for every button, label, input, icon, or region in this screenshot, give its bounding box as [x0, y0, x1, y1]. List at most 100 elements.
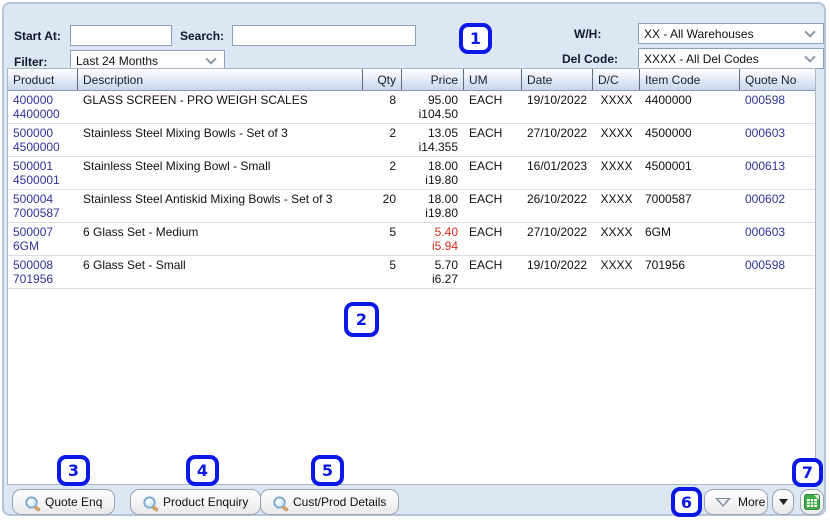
quote-enquiry-panel: Start At: Search: Filter: Last 24 Months…: [2, 2, 826, 517]
column-header-description[interactable]: Description: [78, 69, 363, 90]
item-code-cell: 6GM: [645, 225, 672, 239]
more-dropdown-button[interactable]: [772, 489, 794, 515]
description-cell: Stainless Steel Mixing Bowls - Set of 3: [83, 126, 288, 140]
chevron-down-icon: [205, 52, 217, 65]
table-row[interactable]: 500004 7000587 Stainless Steel Antiskid M…: [8, 190, 815, 223]
export-excel-button[interactable]: [800, 489, 824, 515]
caret-down-icon: [778, 499, 788, 505]
column-header-product[interactable]: Product: [8, 69, 78, 90]
quote-enq-label: Quote Enq: [45, 495, 103, 509]
results-table: Product Description Qty Price UM Date D/…: [7, 68, 816, 485]
dc-cell: XXXX: [600, 258, 633, 272]
search-field[interactable]: [232, 25, 416, 46]
annotation-badge-4: 4: [186, 455, 219, 486]
column-header-um[interactable]: UM: [464, 69, 522, 90]
chevron-down-icon: [804, 50, 816, 63]
filter-value: Last 24 Months: [76, 53, 159, 68]
price-cell: 18.00 i19.80: [425, 159, 458, 187]
table-row[interactable]: 500008 701956 6 Glass Set - Small 5 5.70 i…: [8, 256, 815, 289]
product-enquiry-label: Product Enquiry: [163, 495, 249, 509]
annotation-badge-7: 7: [792, 458, 823, 487]
date-cell: 26/10/2022: [527, 192, 588, 206]
price-cell: 13.05 i14.355: [418, 126, 458, 154]
date-cell: 27/10/2022: [527, 126, 588, 140]
table-row[interactable]: 500007 6GM 6 Glass Set - Medium 5 5.40 i5.…: [8, 223, 815, 256]
product-code-cell: 500000 4500000: [13, 126, 60, 154]
annotation-badge-5: 5: [311, 455, 344, 486]
quote-no-link[interactable]: 000602: [740, 190, 815, 222]
table-header: Product Description Qty Price UM Date D/…: [8, 69, 815, 91]
qty-cell: 2: [389, 159, 396, 173]
product-enquiry-button[interactable]: Product Enquiry: [130, 489, 262, 515]
um-cell: EACH: [469, 93, 503, 107]
magnifier-icon: [25, 495, 38, 509]
table-row[interactable]: 500001 4500001 Stainless Steel Mixing Bow…: [8, 157, 815, 190]
warehouse-dropdown[interactable]: XX - All Warehouses: [638, 23, 824, 44]
item-code-cell: 4500001: [645, 159, 692, 173]
warehouse-value: XX - All Warehouses: [644, 26, 754, 41]
search-input[interactable]: [233, 26, 415, 45]
description-cell: 6 Glass Set - Medium: [83, 225, 199, 239]
table-row[interactable]: 500000 4500000 Stainless Steel Mixing Bow…: [8, 124, 815, 157]
triangle-down-icon: [715, 497, 731, 507]
um-cell: EACH: [469, 192, 503, 206]
qty-cell: 2: [389, 126, 396, 140]
um-cell: EACH: [469, 225, 503, 239]
product-code-cell: 500008 701956: [13, 258, 54, 286]
um-cell: EACH: [469, 159, 503, 173]
more-label: More: [738, 495, 766, 509]
del-code-value: XXXX - All Del Codes: [644, 51, 759, 66]
um-cell: EACH: [469, 126, 503, 140]
quote-no-link[interactable]: 000603: [740, 124, 815, 156]
warehouse-label: W/H:: [574, 27, 602, 41]
dc-cell: XXXX: [600, 192, 633, 206]
qty-cell: 8: [389, 93, 396, 107]
date-cell: 27/10/2022: [527, 225, 588, 239]
magnifier-icon: [273, 495, 286, 509]
date-cell: 19/10/2022: [527, 258, 588, 272]
filter-label: Filter:: [14, 55, 48, 69]
product-code-cell: 500004 7000587: [13, 192, 60, 220]
quote-no-link[interactable]: 000598: [740, 91, 815, 123]
date-cell: 19/10/2022: [527, 93, 588, 107]
quote-no-link[interactable]: 000598: [740, 256, 815, 288]
more-button[interactable]: More: [704, 489, 768, 515]
annotation-badge-2: 2: [344, 302, 379, 337]
column-header-price[interactable]: Price: [402, 69, 464, 90]
column-header-qty[interactable]: Qty: [363, 69, 402, 90]
cust-prod-details-button[interactable]: Cust/Prod Details: [260, 489, 400, 515]
date-cell: 16/01/2023: [527, 159, 588, 173]
dc-cell: XXXX: [600, 126, 633, 140]
price-cell: 5.70 i6.27: [431, 258, 458, 286]
quote-no-link[interactable]: 000613: [740, 157, 815, 189]
del-code-label: Del Code:: [562, 52, 619, 66]
annotation-badge-6: 6: [671, 487, 702, 517]
qty-cell: 20: [382, 192, 396, 206]
del-code-dropdown[interactable]: XXXX - All Del Codes: [638, 48, 824, 69]
dc-cell: XXXX: [600, 93, 633, 107]
product-code-cell: 400000 4400000: [13, 93, 60, 121]
column-header-dc[interactable]: D/C: [593, 69, 640, 90]
description-cell: 6 Glass Set - Small: [83, 258, 186, 272]
cust-prod-details-label: Cust/Prod Details: [293, 495, 387, 509]
qty-cell: 5: [389, 225, 396, 239]
price-cell: 95.00 i104.50: [418, 93, 458, 121]
chevron-down-icon: [804, 25, 816, 38]
dc-cell: XXXX: [600, 225, 633, 239]
quote-enq-button[interactable]: Quote Enq: [12, 489, 116, 515]
item-code-cell: 7000587: [645, 192, 692, 206]
column-header-date[interactable]: Date: [522, 69, 593, 90]
product-code-cell: 500007 6GM: [13, 225, 54, 253]
description-cell: GLASS SCREEN - PRO WEIGH SCALES: [83, 93, 308, 107]
dc-cell: XXXX: [600, 159, 633, 173]
start-at-field[interactable]: [70, 25, 247, 46]
qty-cell: 5: [389, 258, 396, 272]
table-row[interactable]: 400000 4400000 GLASS SCREEN - PRO WEIGH S…: [8, 91, 815, 124]
product-code-cell: 500001 4500001: [13, 159, 60, 187]
description-cell: Stainless Steel Antiskid Mixing Bowls - …: [83, 192, 333, 206]
column-header-item-code[interactable]: Item Code: [640, 69, 740, 90]
item-code-cell: 4500000: [645, 126, 692, 140]
column-header-quote-no[interactable]: Quote No: [740, 69, 815, 90]
quote-no-link[interactable]: 000603: [740, 223, 815, 255]
search-label: Search:: [180, 29, 225, 43]
